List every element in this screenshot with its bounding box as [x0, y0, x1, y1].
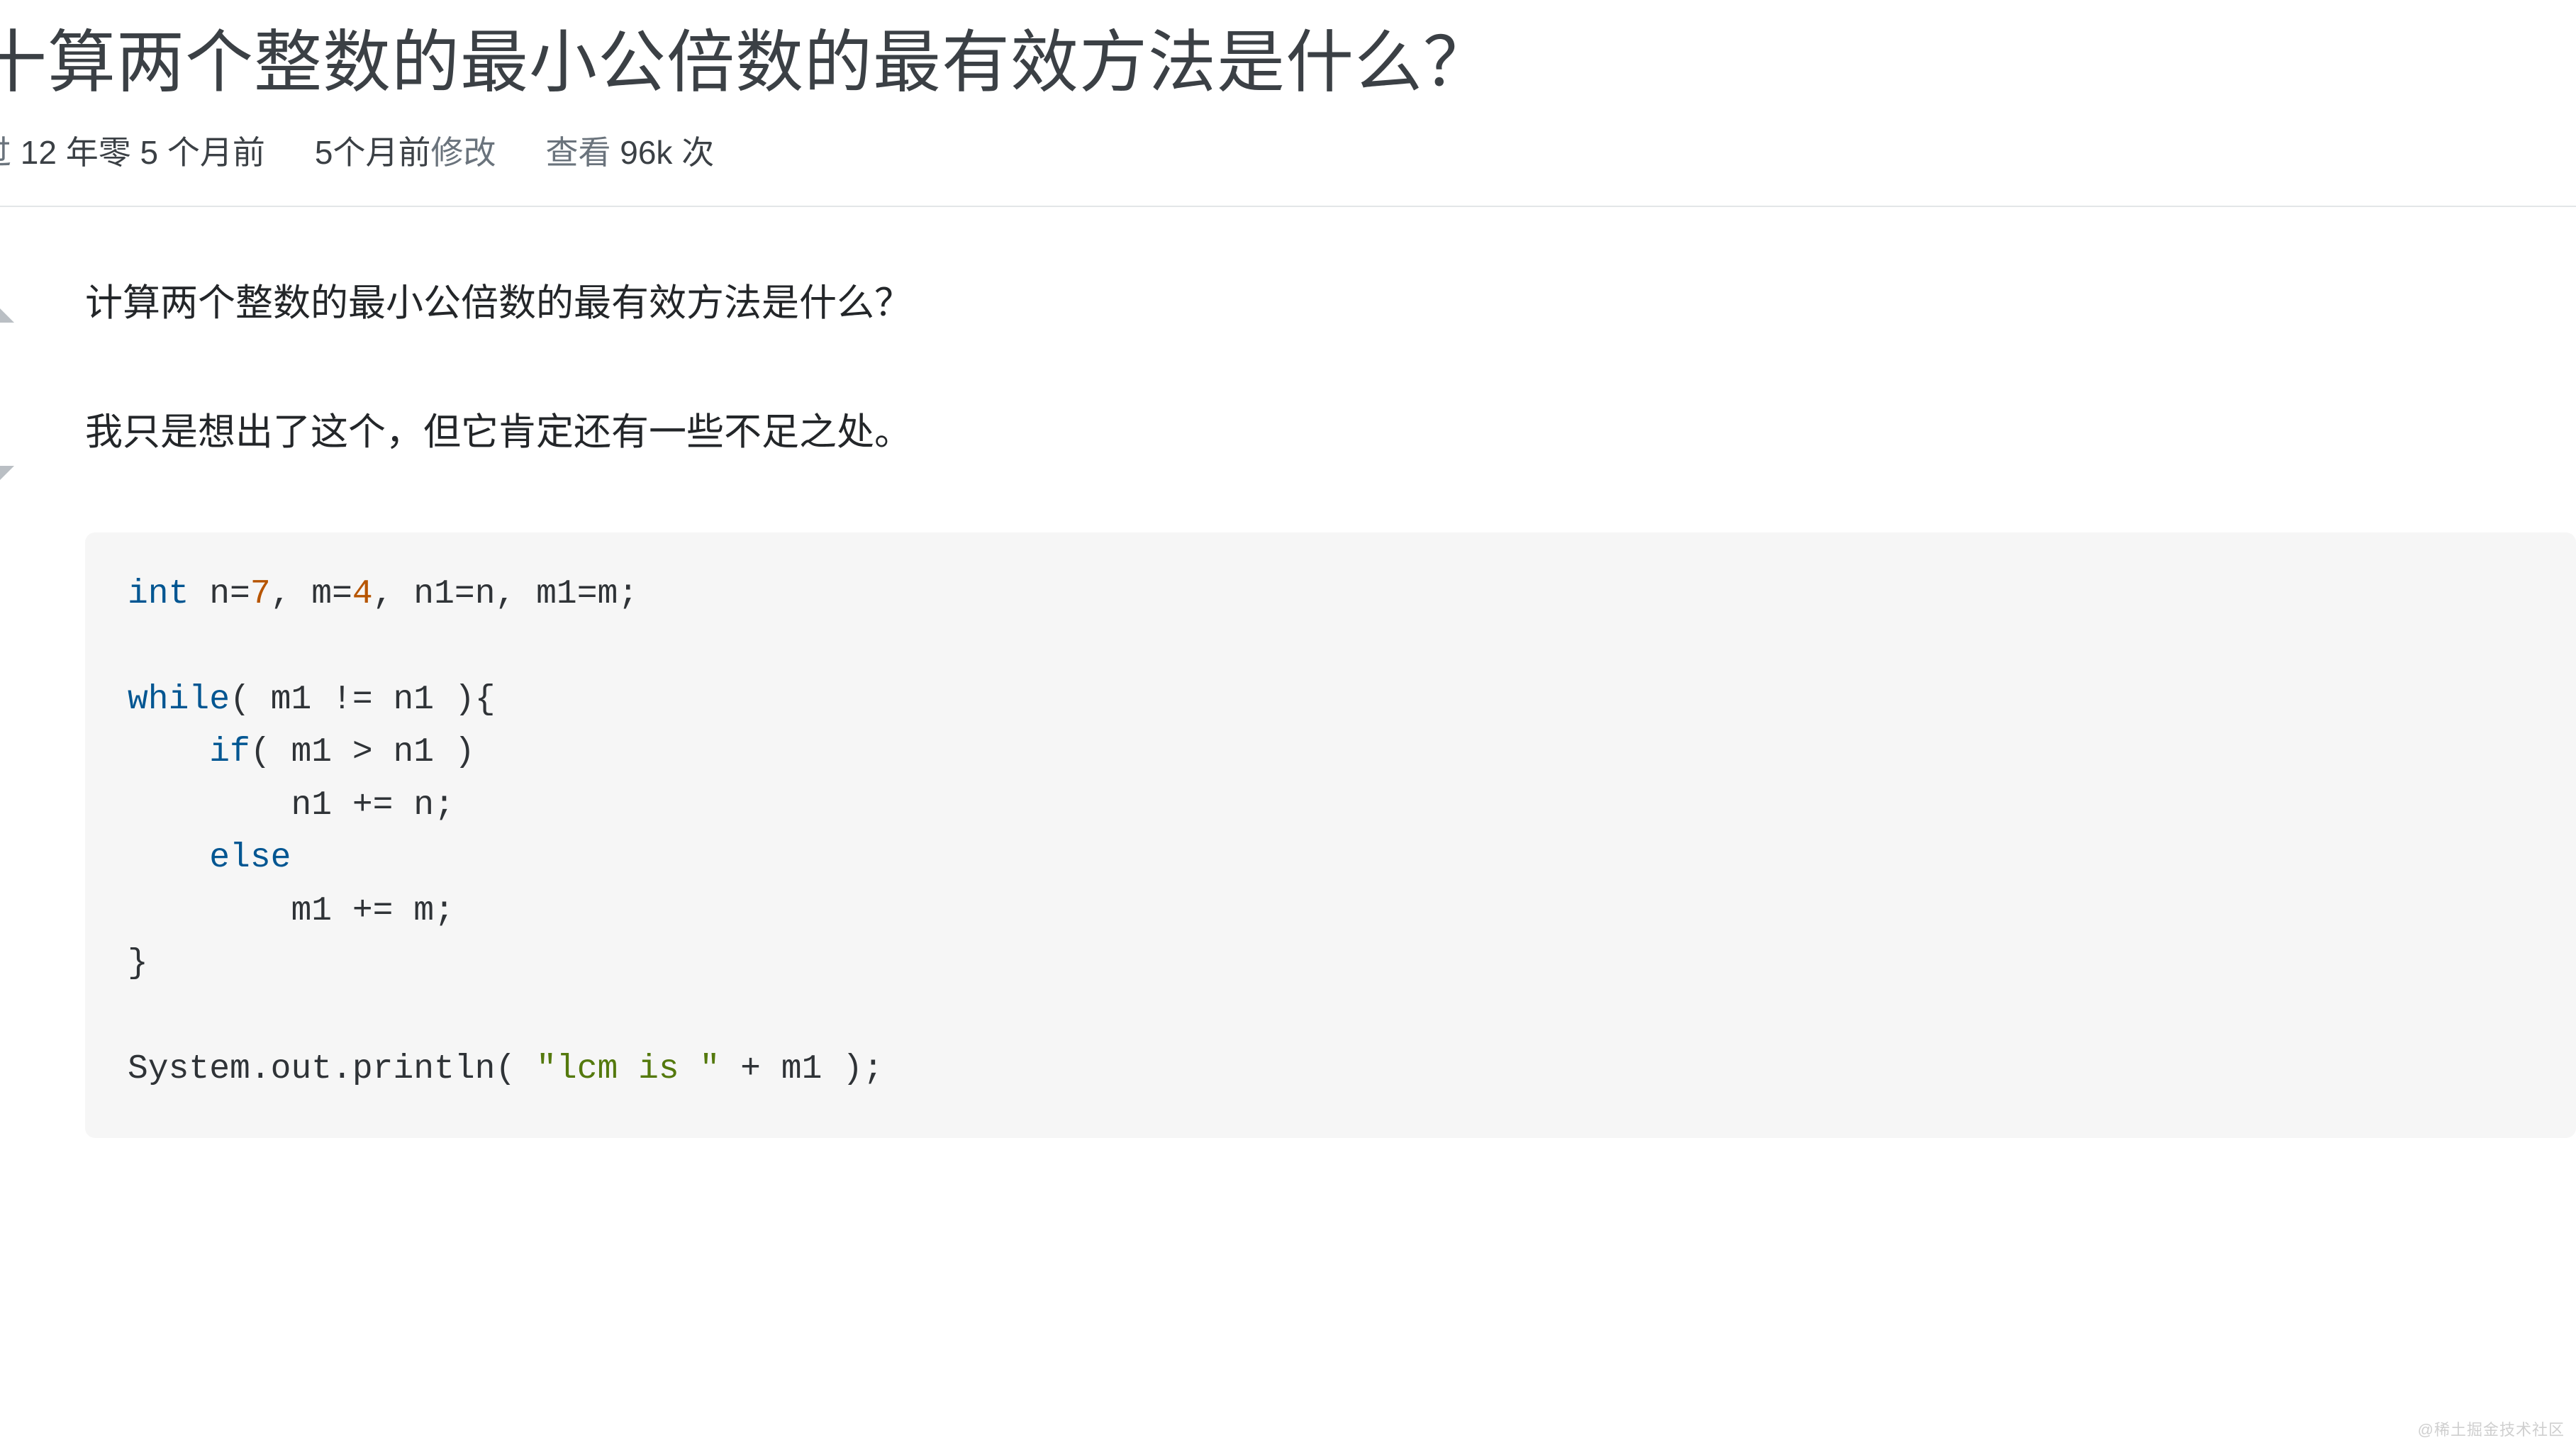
code-text: ( m1 > n1 ): [250, 733, 475, 771]
code-number: 7: [250, 575, 271, 613]
code-keyword: else: [209, 839, 291, 877]
question-meta: 过 12 年零 5 个月前 5个月前修改 查看 96k 次: [0, 127, 2576, 207]
meta-modified-value: 5个月前: [315, 134, 431, 171]
code-indent: [128, 733, 209, 771]
code-text: + m1 );: [720, 1050, 883, 1088]
code-text: , n1=n, m1=m;: [373, 575, 638, 613]
question-body: 计算两个整数的最小公倍数的最有效方法是什么？ 我只是想出了这个，但它肯定还有一些…: [0, 274, 2576, 1138]
code-indent: [128, 892, 291, 930]
code-text: ( m1 != n1 ){: [230, 681, 495, 719]
meta-views: 查看 96k 次: [545, 127, 714, 174]
code-text: m1 += m;: [291, 892, 454, 930]
question-title: 十算两个整数的最小公倍数的最有效方法是什么？: [0, 0, 2576, 127]
body-paragraph: 计算两个整数的最小公倍数的最有效方法是什么？: [85, 274, 2576, 333]
code-keyword: int: [128, 575, 189, 613]
code-text: n1 += n;: [291, 786, 454, 825]
code-text: , m=: [271, 575, 352, 613]
meta-modified-action: 修改: [430, 134, 496, 171]
code-keyword: if: [209, 733, 250, 771]
meta-asked-prefix: 过: [0, 134, 11, 171]
body-paragraph: 我只是想出了这个，但它肯定还有一些不足之处。: [85, 403, 2576, 462]
code-indent: [128, 786, 291, 825]
code-indent: [128, 839, 209, 877]
code-block: int n=7, m=4, n1=n, m1=m; while( m1 != n…: [85, 532, 2576, 1138]
meta-modified[interactable]: 5个月前修改: [315, 127, 496, 174]
code-text: System.out.println(: [128, 1050, 536, 1088]
code-text: }: [128, 944, 148, 983]
meta-asked-value: 12 年零 5 个月前: [21, 134, 265, 171]
code-string: "lcm is ": [536, 1050, 720, 1088]
meta-views-label: 查看: [545, 134, 610, 171]
meta-asked: 过 12 年零 5 个月前: [0, 127, 265, 174]
meta-views-value: 96k 次: [620, 134, 714, 171]
code-number: 4: [352, 575, 373, 613]
code-text: n=: [189, 575, 250, 613]
code-keyword: while: [128, 681, 230, 719]
watermark: @稀土掘金技术社区: [2418, 1417, 2565, 1440]
